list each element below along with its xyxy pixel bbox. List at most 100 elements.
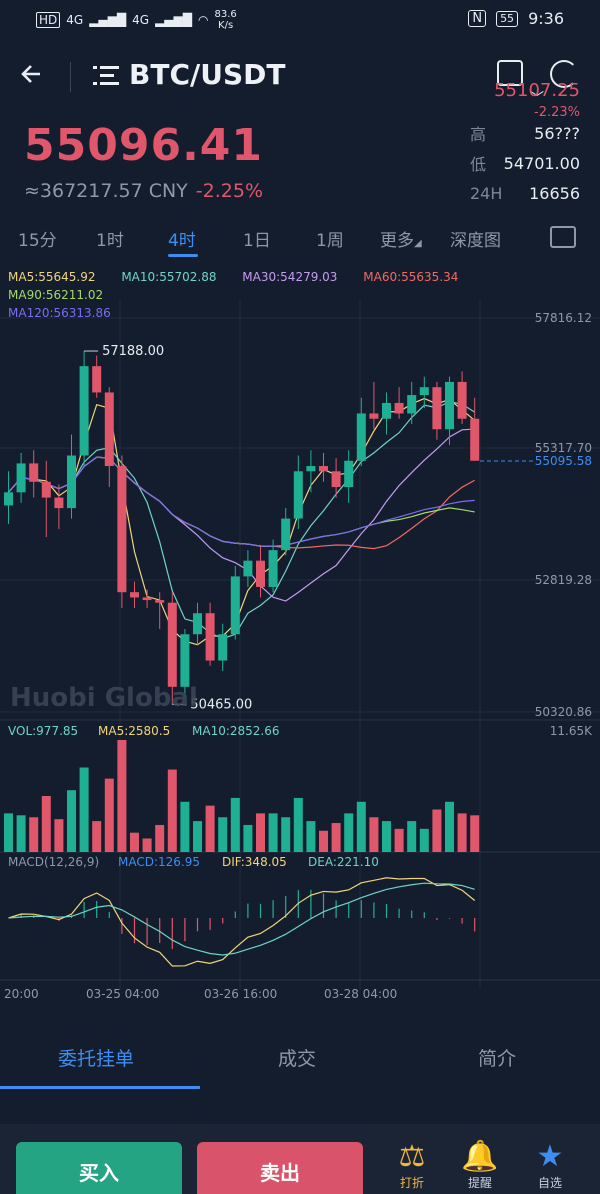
volume-bar — [29, 817, 39, 852]
timeframe-bar: 15分 1时 4时 1日 1周 更多◢ 深度图 — [0, 218, 600, 258]
status-right: N 55 9:36 — [468, 9, 564, 28]
candle-body — [319, 466, 328, 472]
macd-legend: MACD:126.95 — [118, 855, 200, 869]
ma5-label: MA5:55645.92 — [8, 270, 96, 284]
volume-bar — [79, 767, 89, 852]
floating-price: 55107.25 — [494, 80, 580, 101]
x-tick-label: 03-26 16:00 — [204, 987, 277, 1001]
tab-intro[interactable]: 简介 — [478, 1044, 516, 1071]
candle-body — [407, 395, 417, 414]
volume-bar — [41, 796, 51, 852]
favorite-button[interactable]: ★ 自选 — [520, 1140, 580, 1191]
back-button[interactable] — [18, 60, 52, 94]
high-label: 高 — [470, 125, 487, 144]
candle-body — [104, 392, 114, 467]
tab-orders[interactable]: 委托挂单 — [58, 1044, 134, 1071]
grid-button[interactable]: ⚖ 打折 — [382, 1140, 442, 1191]
change-percent: -2.25% — [195, 180, 264, 202]
candles — [4, 351, 480, 705]
dea-line — [8, 882, 475, 956]
tab-depth[interactable]: 深度图 — [450, 226, 501, 251]
volume-bar — [180, 801, 190, 852]
tab-indicator — [0, 1086, 200, 1089]
candle-body — [243, 560, 253, 577]
volume-bar — [205, 805, 215, 852]
tab-more[interactable]: 更多◢ — [380, 226, 422, 251]
settings-icon[interactable] — [550, 226, 576, 248]
candle-body — [457, 381, 467, 419]
candlestick-chart[interactable]: 57816.12 55317.70 52819.28 50320.86 55095.58… — [0, 300, 600, 1020]
candle-body — [218, 634, 228, 661]
network-icon: 4G — [66, 13, 84, 27]
volume-bar — [130, 832, 139, 852]
volume-bar — [142, 838, 152, 852]
low-marker-label: 50465.00 — [190, 697, 252, 712]
volume-bar — [193, 821, 202, 852]
high-marker-label: 57188.00 — [102, 344, 164, 359]
vol-legend: MA10:2852.66 — [192, 724, 280, 738]
tab-4h[interactable]: 4时 — [168, 226, 196, 251]
cny-price: ≈367217.57 CNY -2.25% — [24, 180, 263, 202]
candle-body — [117, 466, 127, 593]
dif-line — [8, 877, 476, 967]
tab-1w[interactable]: 1周 — [316, 226, 344, 251]
volume-bar — [16, 815, 26, 852]
low-label: 低 — [470, 155, 487, 174]
vol-max-label: 11.65K — [550, 724, 593, 738]
clock: 9:36 — [528, 9, 564, 28]
battery-icon: 55 — [496, 10, 519, 27]
x-tick-label: 20:00 — [4, 987, 39, 1001]
candle-body — [419, 387, 429, 396]
candle-body — [180, 634, 190, 687]
candle-body — [54, 497, 64, 509]
ma30-label: MA30:54279.03 — [242, 270, 338, 284]
tab-1h[interactable]: 1时 — [96, 226, 124, 251]
volume-bar — [407, 821, 417, 852]
y-tick-label: 52819.28 — [535, 573, 592, 587]
volume-bar — [218, 817, 228, 852]
volume-bar — [331, 823, 341, 852]
volume-bar — [256, 813, 265, 852]
volume-bar — [230, 797, 240, 852]
candle-body — [167, 602, 177, 687]
volume-bar — [419, 828, 429, 852]
candle-body — [130, 592, 139, 598]
tab-1d[interactable]: 1日 — [243, 226, 271, 251]
alert-label: 提醒 — [467, 1176, 492, 1190]
chart-grid — [0, 300, 600, 990]
arrow-left-icon — [21, 65, 40, 83]
macd-legend: DEA:221.10 — [308, 855, 379, 869]
tab-15m[interactable]: 15分 — [18, 226, 57, 251]
candle-body — [256, 560, 265, 587]
volume-bar — [281, 817, 291, 852]
candle-body — [29, 463, 39, 482]
volume-bar — [243, 824, 253, 852]
tab-trades[interactable]: 成交 — [278, 1044, 316, 1071]
last-price: 55096.41 — [24, 120, 264, 171]
candle-body — [67, 455, 76, 509]
menu-icon — [93, 65, 119, 85]
y-tick-label: 57816.12 — [535, 311, 592, 325]
macd-panel: MACD(12,26,9) MACD:126.95 DIF:348.05 DEA:22… — [8, 855, 476, 967]
more-label: 更多 — [380, 231, 414, 251]
grid-label: 打折 — [399, 1176, 424, 1190]
wifi-icon: ◠ — [197, 13, 209, 27]
volume-bar — [394, 828, 404, 852]
candle-body — [41, 481, 51, 498]
candle-body — [142, 597, 152, 601]
candle-body — [79, 366, 89, 456]
ma-lines — [8, 397, 476, 646]
volume-bar — [268, 813, 278, 852]
candle-body — [268, 550, 278, 587]
alert-button[interactable]: 🔔 提醒 — [450, 1140, 510, 1191]
candle-body — [205, 613, 215, 661]
x-tick-label: 03-28 04:00 — [324, 987, 397, 1001]
sell-button[interactable]: 卖出 — [197, 1142, 363, 1194]
macd-legend: MACD(12,26,9) — [8, 855, 99, 869]
volume-bar — [432, 809, 442, 852]
y-tick-label: 55317.70 — [535, 441, 592, 455]
header-divider — [70, 62, 71, 92]
candle-body — [356, 413, 366, 461]
buy-button[interactable]: 买入 — [16, 1142, 182, 1194]
pair-selector[interactable]: BTC/USDT — [93, 58, 285, 91]
